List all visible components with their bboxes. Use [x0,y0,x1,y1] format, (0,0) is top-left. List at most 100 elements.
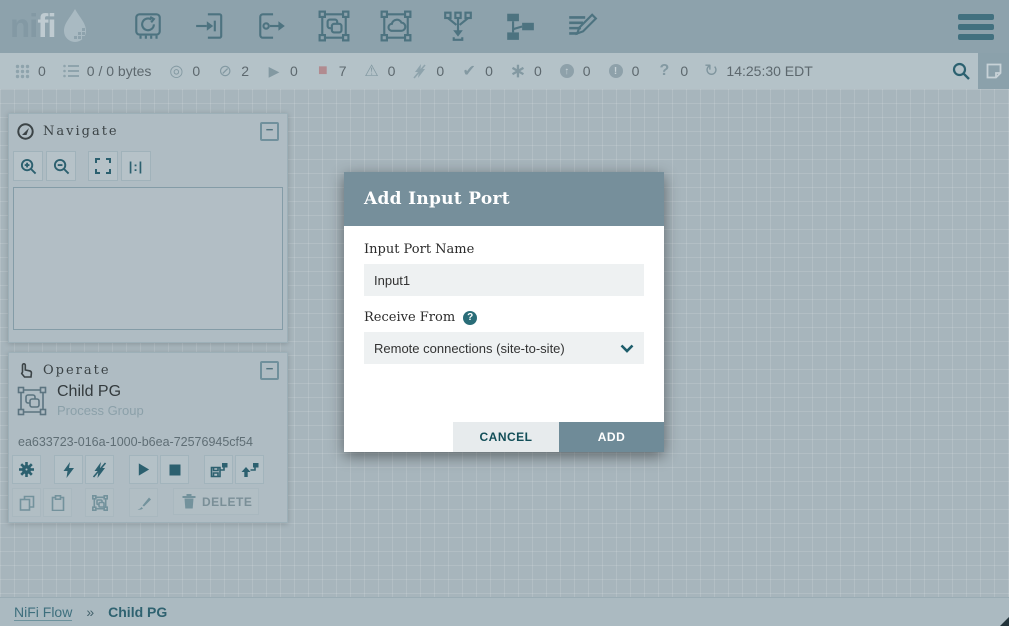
navigate-palette: Navigate − [8,113,288,343]
component-toolbar: nifi [0,0,1009,53]
stat-queued: 0 / 0 bytes [62,63,152,79]
upload-template-button[interactable] [235,455,264,484]
sync-failure-icon: ? [655,62,673,80]
gear-icon [18,461,35,478]
start-button[interactable] [129,455,158,484]
paste-button[interactable] [43,488,72,517]
fill-color-button[interactable] [129,488,158,517]
output-port-icon[interactable] [255,9,289,43]
dialog-header: Add Input Port [344,172,664,226]
add-button[interactable]: ADD [559,422,664,452]
stat-value: 0 [534,63,542,79]
global-menu-icon[interactable] [958,14,994,40]
stat-invalid: ⚠ 0 [363,61,396,81]
zoom-fit-button[interactable] [88,151,118,181]
chevron-down-icon [620,344,634,353]
funnel-icon[interactable] [441,9,475,43]
stat-running: ▶ 0 [265,63,298,80]
play-icon [136,462,151,477]
dialog-title: Add Input Port [364,189,510,209]
breadcrumb-separator: » [86,604,94,620]
stat-value: 0 [38,63,46,79]
navigate-collapse-button[interactable]: − [260,122,279,141]
nifi-app: nifi [0,0,1009,626]
zoom-in-button[interactable] [13,151,43,181]
stat-up-to-date: ✔ 0 [460,61,493,81]
stat-value: 0 [632,63,640,79]
template-icon[interactable] [503,9,537,43]
dropdown-selected-value: Remote connections (site-to-site) [374,341,565,356]
input-port-icon[interactable] [193,9,227,43]
operate-actions-row1 [12,455,266,484]
lightning-slash-icon [92,462,107,478]
last-refresh-time: 14:25:30 EDT [726,63,812,79]
locally-modified-stale-icon: ! [607,64,625,78]
brush-icon [136,495,152,511]
stat-value: 0 [192,63,200,79]
disable-button[interactable] [85,455,114,484]
navigate-buttons: |:| [13,151,154,181]
stat-value: 7 [339,63,347,79]
component-id: ea633723-016a-1000-b6ea-72576945cf54 [18,435,253,449]
navigate-title: Navigate [43,124,119,139]
enable-button[interactable] [54,455,83,484]
breadcrumb-root[interactable]: NiFi Flow [14,604,72,621]
group-button[interactable] [85,488,114,517]
copy-icon [19,495,35,511]
stat-value: 0 [388,63,396,79]
operate-palette: Operate − Child PG Process Group ea63372… [8,352,288,523]
upload-template-icon [241,462,259,478]
receive-from-dropdown[interactable]: Remote connections (site-to-site) [364,332,644,364]
group-icon [92,495,108,511]
processor-icon[interactable] [131,9,165,43]
zoom-out-button[interactable] [46,151,76,181]
not-transmitting-icon: ⊘ [216,61,234,81]
nifi-logo: nifi [10,6,94,46]
queued-list-icon [62,64,80,78]
stat-active-threads: 0 [13,63,46,79]
compass-icon [17,123,34,140]
nifi-drop-icon [56,6,94,46]
component-name: Child PG [57,383,144,401]
operate-collapse-button[interactable]: − [260,361,279,380]
birdseye-view[interactable] [13,187,283,330]
search-button[interactable] [944,53,978,89]
refresh-status[interactable]: ↻ 14:25:30 EDT [704,61,813,81]
trash-icon [182,494,196,509]
running-icon: ▶ [265,63,283,80]
process-group-icon[interactable] [317,9,351,43]
stat-disabled: 0 [411,63,444,79]
stat-value: 0 [290,63,298,79]
paste-icon [50,495,66,511]
bulletin-note-icon [986,63,1002,79]
remote-process-group-icon[interactable] [379,9,413,43]
save-template-button[interactable] [204,455,233,484]
help-icon[interactable]: ? [463,311,477,325]
process-group-icon [17,386,47,416]
logo-text: ni [10,7,37,44]
stat-value: 0 [583,63,591,79]
delete-label: DELETE [202,495,252,509]
stat-transmitting: ◎ 0 [167,61,200,81]
configure-button[interactable] [12,455,41,484]
draggable-components [131,9,599,43]
breadcrumb: NiFi Flow » Child PG [0,597,1009,626]
copy-button[interactable] [12,488,41,517]
bulletin-board-button[interactable] [978,53,1009,89]
input-port-name-label: Input Port Name [364,242,474,257]
invalid-icon: ⚠ [363,61,381,81]
navigate-header: Navigate − [9,114,287,145]
label-icon[interactable] [565,9,599,43]
resize-grip [1000,617,1009,626]
breadcrumb-current[interactable]: Child PG [108,604,167,620]
input-port-name-field[interactable] [364,264,644,296]
stat-locally-modified-stale: ! 0 [607,63,640,79]
flow-status-bar: 0 0 / 0 bytes ◎ 0 ⊘ 2 [0,53,1009,89]
up-to-date-icon: ✔ [460,61,478,81]
zoom-actual-size-button[interactable]: |:| [121,151,151,181]
add-input-port-dialog: Add Input Port Input Port Name Receive F… [344,172,664,452]
component-type: Process Group [57,403,144,418]
delete-button[interactable]: DELETE [173,488,259,515]
cancel-button[interactable]: CANCEL [453,422,559,452]
stop-button[interactable] [160,455,189,484]
